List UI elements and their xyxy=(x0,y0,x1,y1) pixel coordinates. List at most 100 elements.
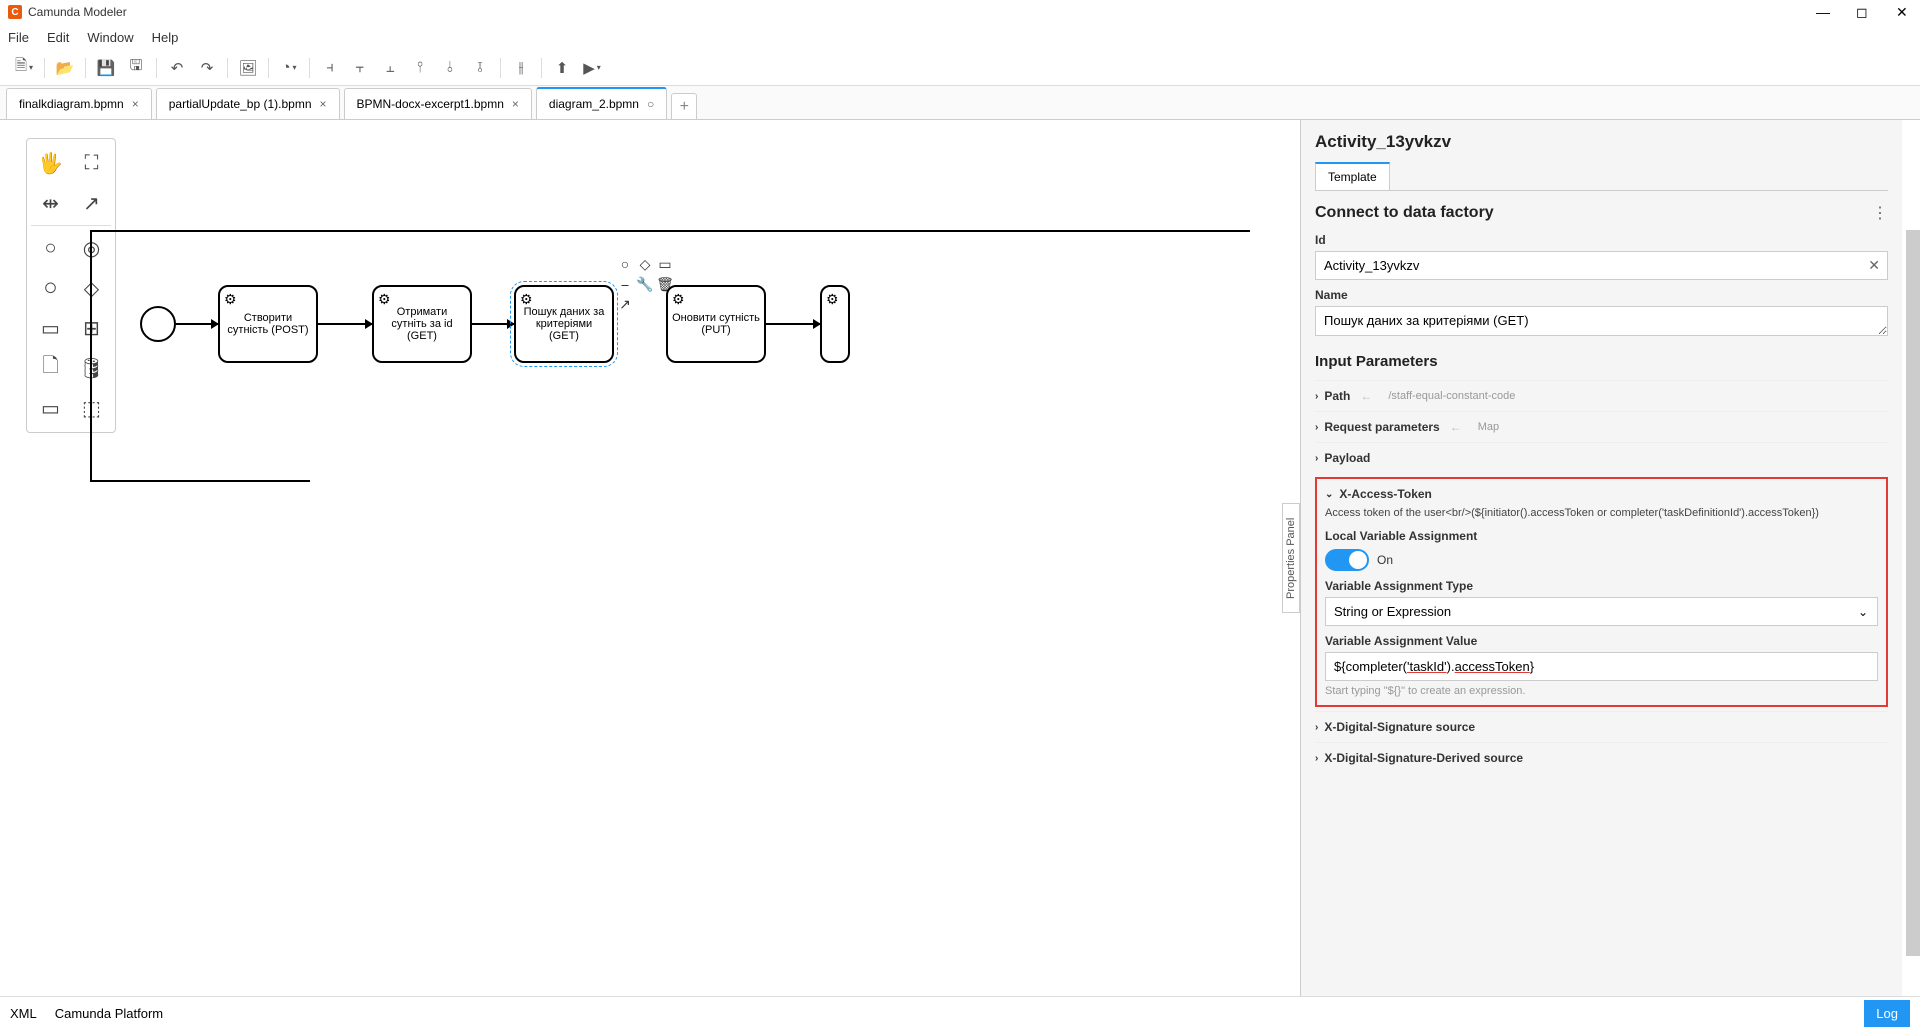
sequence-flow[interactable] xyxy=(766,323,820,325)
service-task-icon: ⚙ xyxy=(672,291,685,308)
close-icon[interactable]: × xyxy=(132,97,139,111)
input-params-title: Input Parameters xyxy=(1315,353,1888,370)
image-button[interactable]: 🖼 xyxy=(234,54,262,82)
task-create[interactable]: ⚙ Створити сутність (POST) xyxy=(218,285,318,363)
canvas[interactable]: 🖐 ⛶ ⇹ ↗ ○ ◎ ○ ◇ ▭ ⊞ 🗋 🛢 xyxy=(0,120,1920,996)
statusbar: XML Camunda Platform Log xyxy=(0,996,1920,1030)
section-menu-icon[interactable]: ⋮ xyxy=(1872,203,1888,223)
pool-top-border xyxy=(90,230,1250,232)
vat-select[interactable]: String or Expression xyxy=(1325,597,1878,626)
task-get-by-id[interactable]: ⚙ Отримати сутніть за id (GET) xyxy=(372,285,472,363)
close-button[interactable]: ✕ xyxy=(1896,4,1912,20)
align-top-button[interactable]: ⫯ xyxy=(406,54,434,82)
save-button[interactable]: 💾 xyxy=(92,54,120,82)
start-event[interactable] xyxy=(140,306,176,342)
pad-connect-icon[interactable]: ↗ xyxy=(616,295,634,313)
undo-button[interactable]: ↶ xyxy=(163,54,191,82)
end-event-icon[interactable]: ○ xyxy=(31,268,70,308)
sequence-flow[interactable] xyxy=(176,323,218,325)
x-access-token-section: ⌄ X-Access-Token Access token of the use… xyxy=(1315,477,1888,707)
tab-2[interactable]: partialUpdate_bp (1).bpmn × xyxy=(156,88,340,119)
maximize-button[interactable]: ◻ xyxy=(1856,4,1872,20)
pad-wrench-icon[interactable]: 🔧 xyxy=(636,275,654,293)
status-xml[interactable]: XML xyxy=(10,1006,37,1021)
name-label: Name xyxy=(1315,288,1888,302)
pad-task-icon[interactable]: ▭ xyxy=(656,255,674,273)
service-task-icon: ⚙ xyxy=(224,291,237,308)
connect-tool-icon[interactable]: ↗ xyxy=(72,183,111,223)
hand-tool-icon[interactable]: 🖐 xyxy=(31,143,70,183)
id-input[interactable] xyxy=(1315,251,1888,280)
menu-help[interactable]: Help xyxy=(152,30,179,45)
properties-panel-toggle[interactable]: Properties Panel xyxy=(1282,503,1300,613)
close-icon[interactable]: × xyxy=(512,97,519,111)
dirty-icon[interactable]: ○ xyxy=(647,97,654,111)
distribute-button[interactable]: ⫲ xyxy=(507,54,535,82)
run-button[interactable]: ▶ xyxy=(578,54,606,82)
tab-3[interactable]: BPMN-docx-excerpt1.bpmn × xyxy=(344,88,532,119)
align-bottom-button[interactable]: ⫱ xyxy=(466,54,494,82)
scrollbar[interactable] xyxy=(1906,230,1920,956)
save-as-button[interactable]: 🖫 xyxy=(122,54,150,82)
payload-section[interactable]: › Payload xyxy=(1315,451,1888,465)
scroll-thumb[interactable] xyxy=(1906,230,1920,956)
align-center-button[interactable]: ⫟ xyxy=(346,54,374,82)
align-middle-button[interactable]: ⫰ xyxy=(436,54,464,82)
minimize-button[interactable]: — xyxy=(1816,4,1832,20)
data-object-icon[interactable]: 🗋 xyxy=(31,348,70,388)
service-task-icon: ⚙ xyxy=(826,291,839,308)
add-tab-button[interactable]: + xyxy=(671,93,697,119)
task-label: Отримати сутніть за id (GET) xyxy=(378,306,466,342)
color-button[interactable]: ◔ xyxy=(275,54,303,82)
payload-label: Payload xyxy=(1324,451,1370,465)
log-button[interactable]: Log xyxy=(1864,1000,1910,1027)
pad-gateway-icon[interactable]: ◇ xyxy=(636,255,654,273)
close-icon[interactable]: × xyxy=(320,97,327,111)
chevron-right-icon: › xyxy=(1315,753,1318,764)
sequence-flow[interactable] xyxy=(318,323,372,325)
pad-annotation-icon[interactable]: ⎯ xyxy=(616,275,634,293)
align-right-button[interactable]: ⫠ xyxy=(376,54,404,82)
tab-1[interactable]: finalkdiagram.bpmn × xyxy=(6,88,152,119)
deploy-button[interactable]: ⬆ xyxy=(548,54,576,82)
chevron-right-icon: › xyxy=(1315,453,1318,464)
pad-event-icon[interactable]: ○ xyxy=(616,255,634,273)
tab-label: finalkdiagram.bpmn xyxy=(19,97,124,111)
new-file-button[interactable]: 🗎 xyxy=(10,54,38,82)
tab-4[interactable]: diagram_2.bpmn ○ xyxy=(536,87,667,119)
menu-file[interactable]: File xyxy=(8,30,29,45)
clear-icon[interactable]: ✕ xyxy=(1868,257,1880,274)
lva-toggle[interactable] xyxy=(1325,549,1369,571)
name-input[interactable] xyxy=(1315,306,1888,336)
lasso-tool-icon[interactable]: ⛶ xyxy=(72,143,111,183)
pool-left-border xyxy=(90,230,92,480)
xsigd-section[interactable]: › X-Digital-Signature-Derived source xyxy=(1315,751,1888,765)
tab-label: partialUpdate_bp (1).bpmn xyxy=(169,97,312,111)
task-icon[interactable]: ▭ xyxy=(31,308,70,348)
space-tool-icon[interactable]: ⇹ xyxy=(31,183,70,223)
chevron-down-icon: ⌄ xyxy=(1325,489,1333,500)
status-platform[interactable]: Camunda Platform xyxy=(55,1006,163,1021)
xsig-section[interactable]: › X-Digital-Signature source xyxy=(1315,720,1888,734)
redo-button[interactable]: ↷ xyxy=(193,54,221,82)
pool-icon[interactable]: ▭ xyxy=(31,388,70,428)
path-section[interactable]: › Path ← /staff-equal-constant-code xyxy=(1315,389,1888,403)
task-label: Оновити сутність (PUT) xyxy=(672,312,760,336)
tab-label: diagram_2.bpmn xyxy=(549,97,639,111)
task-update[interactable]: ⚙ Оновити сутність (PUT) xyxy=(666,285,766,363)
open-button[interactable]: 📂 xyxy=(51,54,79,82)
task-search[interactable]: ⚙ Пошук даних за критеріями (GET) xyxy=(514,285,614,363)
task-next[interactable]: ⚙ xyxy=(820,285,850,363)
vav-input[interactable]: ${completer('taskId').accessToken} xyxy=(1325,652,1878,681)
req-params-label: Request parameters xyxy=(1324,420,1439,434)
menu-edit[interactable]: Edit xyxy=(47,30,69,45)
align-left-button[interactable]: ⫞ xyxy=(316,54,344,82)
menu-window[interactable]: Window xyxy=(87,30,133,45)
section-title: Connect to data factory xyxy=(1315,204,1494,222)
start-event-icon[interactable]: ○ xyxy=(31,228,70,268)
request-params-section[interactable]: › Request parameters ← Map xyxy=(1315,420,1888,434)
tab-template[interactable]: Template xyxy=(1315,162,1390,190)
sequence-flow[interactable] xyxy=(472,323,514,325)
arrow-icon: ← xyxy=(1450,420,1462,434)
x-access-token-header[interactable]: ⌄ X-Access-Token xyxy=(1325,487,1878,501)
